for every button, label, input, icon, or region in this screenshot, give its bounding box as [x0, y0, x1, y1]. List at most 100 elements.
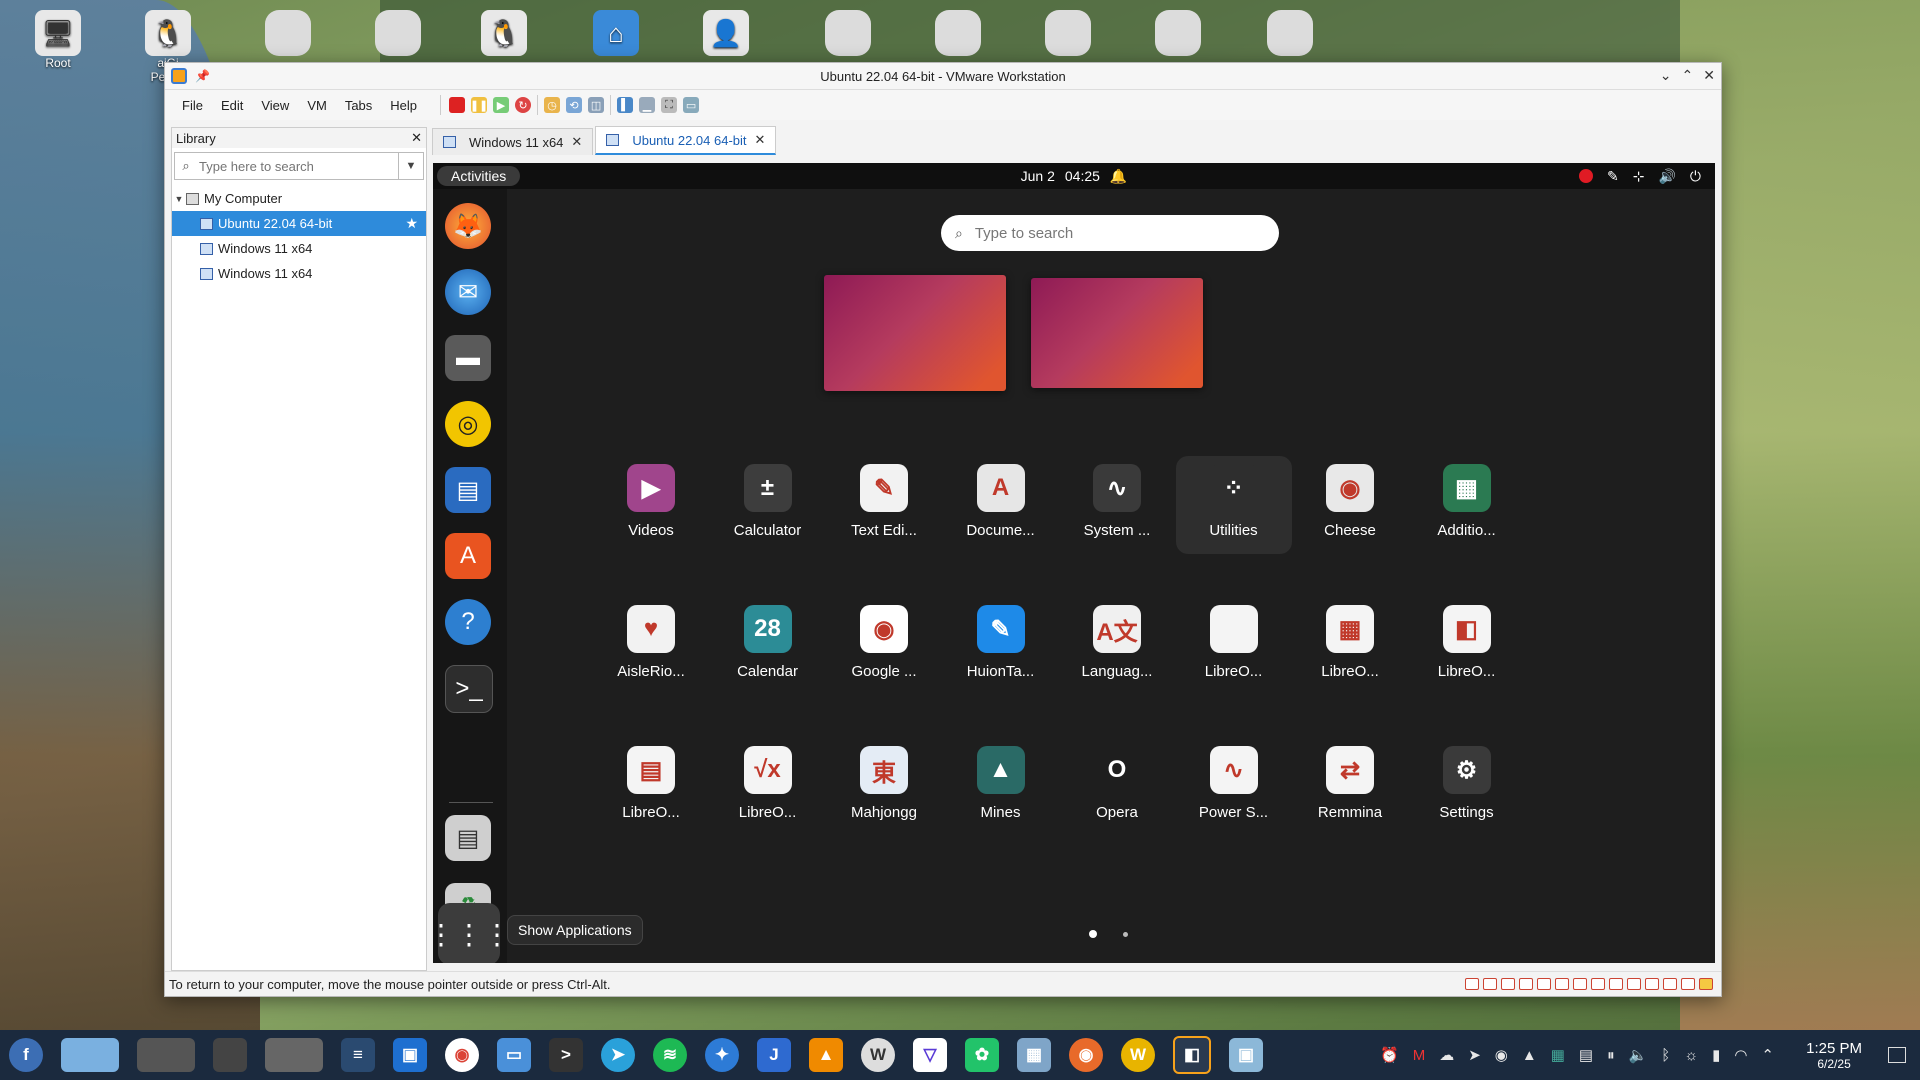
app-tile[interactable]: ▦ LibreO...	[1292, 597, 1408, 695]
desktop-icon[interactable]	[820, 10, 876, 56]
brightness-icon[interactable]: ☼	[1684, 1047, 1698, 1064]
app-tile[interactable]: ♥ AisleRio...	[593, 597, 709, 695]
tab-close-icon[interactable]: ✕	[571, 134, 582, 150]
desktop-icon[interactable]: 👤	[698, 10, 754, 56]
folder-icon[interactable]: ▭	[497, 1038, 531, 1072]
show-desktop-button[interactable]	[1888, 1047, 1906, 1063]
wifi-icon[interactable]: ◠	[1734, 1046, 1747, 1064]
snapshot-manager-icon[interactable]: ◫	[588, 97, 605, 113]
device-icon[interactable]	[1573, 978, 1587, 990]
device-icon[interactable]	[1555, 978, 1569, 990]
fullscreen-icon[interactable]: ⛶	[661, 97, 678, 113]
desktop-icon[interactable]: ⌂	[588, 10, 644, 56]
app-tile[interactable]: √x LibreO...	[710, 738, 826, 836]
network-app-icon[interactable]: ✦	[705, 1038, 739, 1072]
desktop-icon[interactable]: 🐧	[476, 10, 532, 56]
app-tile[interactable]: ▶ Videos	[593, 456, 709, 554]
vlc-icon[interactable]: ▲	[809, 1038, 843, 1072]
overview-search-input[interactable]: ⌕ Type to search	[941, 215, 1279, 251]
volume-icon[interactable]: 🔈	[1629, 1046, 1648, 1064]
terminal-icon[interactable]: >_	[445, 665, 493, 713]
close-button[interactable]: ✕	[1703, 67, 1715, 84]
device-icon[interactable]	[1609, 978, 1623, 990]
drive-icon[interactable]: ▤	[445, 815, 491, 861]
thumbnail-bar-icon[interactable]: ▁	[639, 97, 656, 113]
desktop-icon[interactable]	[1040, 10, 1096, 56]
device-icon[interactable]	[1537, 978, 1551, 990]
pin-icon[interactable]: 📌	[195, 69, 210, 83]
tab-close-icon[interactable]: ✕	[755, 132, 766, 148]
host-clock[interactable]: 1:25 PM 6/2/25	[1806, 1040, 1862, 1071]
workspace-3-icon[interactable]	[213, 1038, 247, 1072]
minimize-button[interactable]: ⌄	[1660, 67, 1672, 84]
device-icon[interactable]	[1465, 978, 1479, 990]
app-tile[interactable]: ◉ Google ...	[826, 597, 942, 695]
device-icon[interactable]	[1483, 978, 1497, 990]
menu-edit[interactable]: Edit	[212, 98, 252, 113]
firefox-icon[interactable]: ◉	[1069, 1038, 1103, 1072]
firefox-icon[interactable]: 🦊	[445, 203, 491, 249]
workspace-2-icon[interactable]	[137, 1038, 195, 1072]
vmware-app-icon[interactable]: W	[861, 1038, 895, 1072]
chatgpt-icon[interactable]: ✿	[965, 1038, 999, 1072]
joplin-icon[interactable]: J	[757, 1038, 791, 1072]
desktop-icon[interactable]	[1150, 10, 1206, 56]
vpn-icon[interactable]: ◉	[1495, 1046, 1508, 1064]
device-icon[interactable]	[1519, 978, 1533, 990]
collapse-icon[interactable]: ▼	[172, 194, 186, 204]
thunderbird-icon[interactable]: ✉	[445, 269, 491, 315]
help-icon[interactable]: ?	[445, 599, 491, 645]
telegram-icon[interactable]: ➤	[601, 1038, 635, 1072]
page-dot-active[interactable]	[1089, 930, 1097, 938]
app-tile[interactable]: A Docume...	[943, 456, 1059, 554]
proton-vpn-icon[interactable]: ▽	[913, 1038, 947, 1072]
device-icon[interactable]	[1663, 978, 1677, 990]
settings-sliders-icon[interactable]: ≡	[341, 1038, 375, 1072]
tab-windows-11[interactable]: Windows 11 x64 ✕	[432, 128, 594, 155]
app-tray-icon[interactable]: ▦	[1551, 1046, 1565, 1064]
workspace-1-icon[interactable]	[61, 1038, 119, 1072]
rhythmbox-icon[interactable]: ◎	[445, 401, 491, 447]
pause-icon[interactable]: ⏸	[1607, 1047, 1615, 1064]
power-off-icon[interactable]	[449, 97, 466, 113]
unity-icon[interactable]: ▭	[683, 97, 700, 113]
app-tile[interactable]: O Opera	[1059, 738, 1175, 836]
vm-screen[interactable]: Activities Jun 2 04:25 🔔 ✎ ⊹ 🔊 ⏻ 🦊 ✉ ▬ ◎…	[433, 163, 1715, 963]
app-tile[interactable]: ✎ HuionTa...	[943, 597, 1059, 695]
tree-item-windows-2[interactable]: Windows 11 x64	[172, 261, 426, 286]
store-icon[interactable]: ▣	[393, 1038, 427, 1072]
workspace-4-icon[interactable]	[265, 1038, 323, 1072]
app-tile[interactable]: A文 Languag...	[1059, 597, 1175, 695]
library-view-icon[interactable]: ▌	[617, 97, 634, 113]
image-viewer-icon[interactable]: ▦	[1017, 1038, 1051, 1072]
gmail-icon[interactable]: M	[1413, 1047, 1426, 1064]
restart-icon[interactable]: ↻	[515, 97, 532, 113]
system-tray[interactable]: ⏰ M ☁ ➤ ◉ ▲ ▦ ▤ ⏸ 🔈 ᛒ ☼ ▮ ◠ ⌃	[1380, 1046, 1860, 1065]
cloud-icon[interactable]: ☁	[1439, 1046, 1454, 1064]
tree-root[interactable]: ▼ My Computer	[172, 186, 426, 211]
library-close-icon[interactable]: ✕	[411, 130, 422, 146]
page-dot[interactable]	[1123, 932, 1128, 937]
desktop-icon[interactable]	[370, 10, 426, 56]
app-tile[interactable]: ⚙ Settings	[1409, 738, 1525, 836]
app-tile[interactable]: 東 Mahjongg	[826, 738, 942, 836]
menu-tabs[interactable]: Tabs	[336, 98, 381, 113]
suspend-icon[interactable]: ❚❚	[470, 97, 488, 113]
app-tile[interactable]: ∿ Power S...	[1176, 738, 1292, 836]
terminal-icon[interactable]: >	[549, 1038, 583, 1072]
menu-help[interactable]: Help	[381, 98, 426, 113]
triangle-icon[interactable]: ▲	[1522, 1047, 1537, 1064]
device-icon[interactable]	[1681, 978, 1695, 990]
tab-ubuntu[interactable]: Ubuntu 22.04 64-bit ✕	[595, 126, 777, 155]
app-tile[interactable]: ∿ System ...	[1059, 456, 1175, 554]
bluetooth-icon[interactable]: ᛒ	[1661, 1047, 1670, 1064]
app-tile[interactable]: LibreO...	[1176, 597, 1292, 695]
device-icon[interactable]	[1627, 978, 1641, 990]
device-icon[interactable]	[1501, 978, 1515, 990]
show-applications-button[interactable]: ⋮⋮⋮	[433, 903, 511, 963]
revert-snapshot-icon[interactable]: ⟲	[566, 97, 583, 113]
snapshot-icon[interactable]: ◷	[544, 97, 561, 113]
app-tile[interactable]: ◉ Cheese	[1292, 456, 1408, 554]
workspace-thumbnail-2[interactable]	[1031, 278, 1203, 388]
fedora-start-icon[interactable]: f	[9, 1038, 43, 1072]
